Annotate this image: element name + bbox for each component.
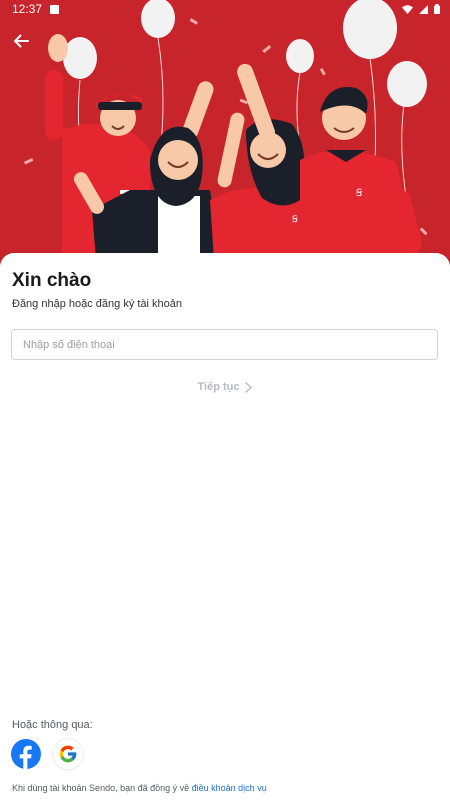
svg-text:Ꞩ: Ꞩ xyxy=(292,214,298,224)
login-card: Xin chào Đăng nhập hoặc đăng ký tài khoả… xyxy=(0,253,450,800)
back-button[interactable] xyxy=(8,30,34,52)
terms-of-service-link[interactable]: điều khoản dịch vụ xyxy=(192,783,267,793)
status-bar: 12:37 xyxy=(0,0,450,18)
notification-app-icon xyxy=(50,4,60,14)
google-icon xyxy=(59,745,77,763)
battery-icon xyxy=(434,4,440,14)
phone-number-input[interactable] xyxy=(11,329,438,360)
page-subtitle: Đăng nhập hoặc đăng ký tài khoản xyxy=(12,298,183,310)
arrow-left-icon xyxy=(14,34,29,48)
terms-prefix: Khi dùng tài khoản Sendo, bạn đã đồng ý … xyxy=(12,783,192,793)
signal-icon xyxy=(419,4,428,14)
social-login-row xyxy=(11,739,83,769)
hero-illustration: Ꞩ Ꞩ xyxy=(23,0,428,260)
page-title: Xin chào xyxy=(12,270,92,291)
google-login-button[interactable] xyxy=(53,739,83,769)
facebook-login-button[interactable] xyxy=(11,739,41,769)
continue-button[interactable]: Tiếp tục xyxy=(175,377,275,397)
continue-label: Tiếp tục xyxy=(197,381,240,393)
terms-notice: Khi dùng tài khoản Sendo, bạn đã đồng ý … xyxy=(12,783,267,793)
svg-text:Ꞩ: Ꞩ xyxy=(356,188,363,199)
alt-login-label: Hoặc thông qua: xyxy=(12,719,93,731)
wifi-icon xyxy=(402,4,413,14)
chevron-right-icon xyxy=(245,381,253,393)
status-time: 12:37 xyxy=(12,2,43,16)
hero-banner: Ꞩ Ꞩ 12:37 xyxy=(0,0,450,270)
facebook-icon xyxy=(19,745,32,769)
